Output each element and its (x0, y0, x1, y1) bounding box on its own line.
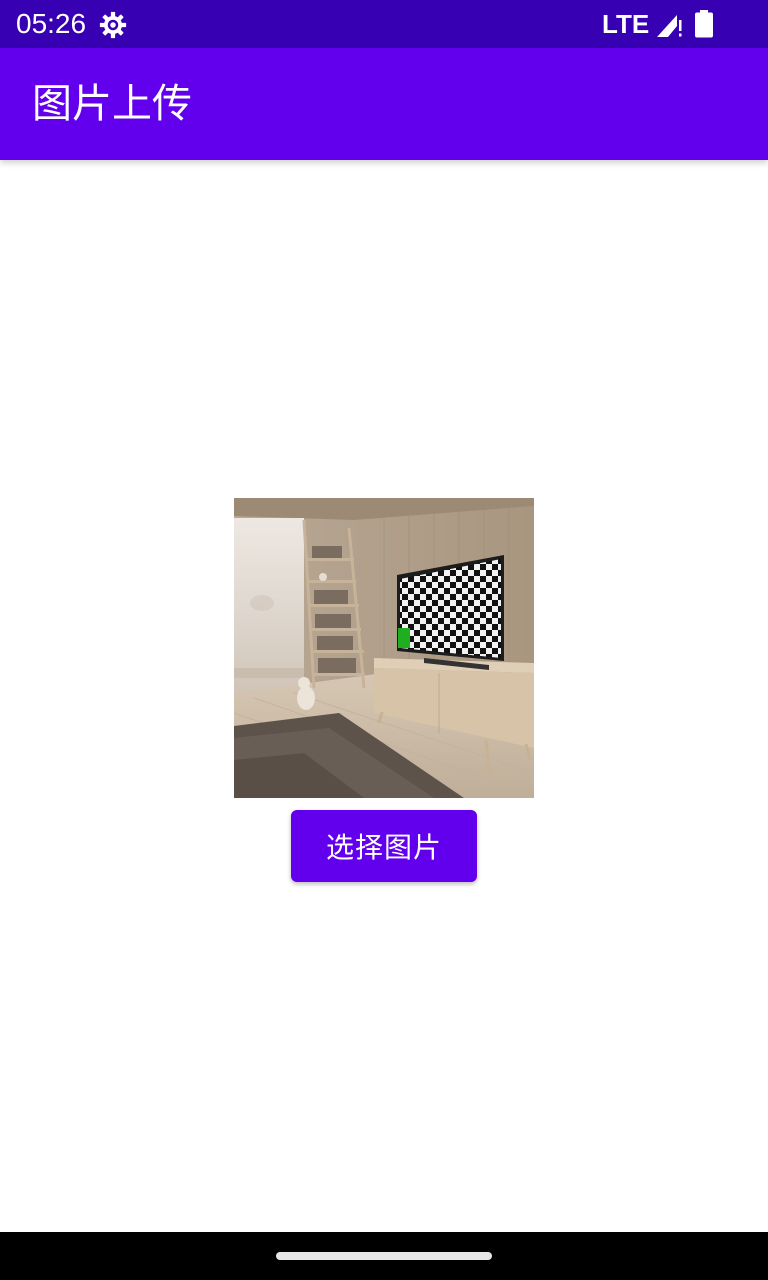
page-title: 图片上传 (32, 81, 192, 127)
status-bar: 05:26 LTE (0, 0, 768, 48)
app-bar: 图片上传 (0, 48, 768, 160)
settings-gear-icon (99, 11, 127, 39)
home-gesture-handle[interactable] (276, 1252, 492, 1260)
cell-signal-icon (657, 15, 682, 37)
navigation-bar (0, 1232, 768, 1280)
battery-icon (695, 10, 713, 38)
image-preview (234, 498, 534, 798)
network-type: LTE (602, 9, 650, 39)
select-image-button[interactable]: 选择图片 (291, 810, 477, 882)
status-time: 05:26 (16, 8, 87, 39)
room-photo (234, 498, 534, 798)
